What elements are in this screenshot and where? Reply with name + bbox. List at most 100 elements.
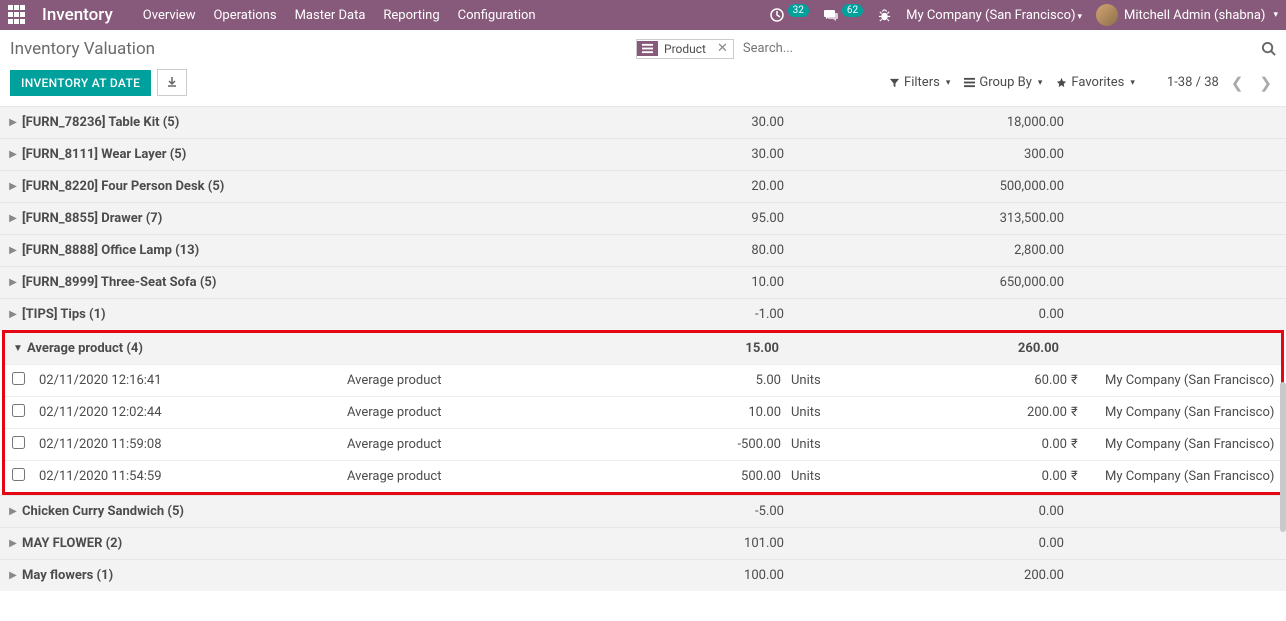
cell-date: 02/11/2020 12:16:41: [27, 373, 347, 388]
cell-qty: -500.00: [687, 437, 787, 452]
avatar: [1096, 4, 1118, 26]
group-row[interactable]: ▶[FURN_8855] Drawer (7)95.00313,500.00: [0, 202, 1286, 234]
group-value: 260.00: [887, 341, 1067, 356]
inventory-at-date-button[interactable]: INVENTORY AT DATE: [10, 70, 151, 96]
group-qty: -1.00: [692, 307, 792, 322]
group-label: [FURN_8111] Wear Layer (5): [22, 147, 342, 162]
caret-right-icon[interactable]: ▶: [4, 149, 22, 160]
caret-down-icon[interactable]: ▼: [9, 343, 27, 354]
caret-right-icon[interactable]: ▶: [4, 538, 22, 549]
table-row[interactable]: 02/11/2020 11:59:08Average product-500.0…: [5, 428, 1281, 460]
group-qty: 100.00: [692, 568, 792, 583]
group-row[interactable]: ▶[FURN_8220] Four Person Desk (5)20.0050…: [0, 170, 1286, 202]
group-value: 0.00: [892, 307, 1072, 322]
cell-date: 02/11/2020 11:59:08: [27, 437, 347, 452]
company-selector[interactable]: My Company (San Francisco)▾: [906, 8, 1082, 23]
caret-right-icon[interactable]: ▶: [4, 181, 22, 192]
cell-unit: Units: [787, 469, 887, 484]
group-row[interactable]: ▶Chicken Curry Sandwich (5)-5.000.00: [0, 495, 1286, 527]
filters-button[interactable]: Filters▾: [889, 75, 950, 90]
pager-next[interactable]: ❯: [1255, 72, 1276, 94]
nav-links: Overview Operations Master Data Reportin…: [143, 8, 536, 23]
group-row[interactable]: ▶[FURN_8999] Three-Seat Sofa (5)10.00650…: [0, 266, 1286, 298]
search-icon[interactable]: [1261, 41, 1276, 57]
group-row[interactable]: ▶[FURN_78236] Table Kit (5)30.0018,000.0…: [0, 106, 1286, 138]
activities-icon[interactable]: 32: [769, 7, 809, 23]
row-checkbox[interactable]: [12, 468, 25, 481]
cell-amount: 0.00: [887, 437, 1067, 452]
cell-currency: ₹: [1067, 469, 1097, 484]
search-facet[interactable]: Product ✕: [636, 39, 734, 59]
cell-qty: 5.00: [687, 373, 787, 388]
caret-right-icon[interactable]: ▶: [4, 117, 22, 128]
debug-icon[interactable]: [877, 7, 892, 22]
search-facet-label: Product: [658, 40, 712, 58]
group-label: Chicken Curry Sandwich (5): [22, 504, 342, 519]
group-row[interactable]: ▶[FURN_8888] Office Lamp (13)80.002,800.…: [0, 234, 1286, 266]
caret-right-icon[interactable]: ▶: [4, 213, 22, 224]
group-value: 300.00: [892, 147, 1072, 162]
nav-link-operations[interactable]: Operations: [213, 8, 276, 23]
group-qty: 30.00: [692, 115, 792, 130]
pager-prev[interactable]: ❮: [1227, 72, 1248, 94]
group-by-label: Group By: [979, 75, 1032, 90]
caret-right-icon[interactable]: ▶: [4, 277, 22, 288]
messages-icon[interactable]: 62: [823, 7, 863, 23]
row-checkbox[interactable]: [12, 436, 25, 449]
row-checkbox[interactable]: [12, 372, 25, 385]
group-row[interactable]: ▶May flowers (1)100.00200.00: [0, 559, 1286, 591]
group-qty: 15.00: [687, 341, 787, 356]
user-menu[interactable]: Mitchell Admin (shabna)▾: [1096, 4, 1278, 26]
cell-product: Average product: [347, 469, 687, 484]
group-label: [FURN_8855] Drawer (7): [22, 211, 342, 226]
nav-link-reporting[interactable]: Reporting: [383, 8, 439, 23]
cell-qty: 10.00: [687, 405, 787, 420]
scrollbar[interactable]: [1280, 382, 1286, 532]
cell-company: My Company (San Francisco): [1097, 469, 1277, 484]
search-area: Product ✕: [636, 38, 1276, 59]
cell-currency: ₹: [1067, 437, 1097, 452]
favorites-button[interactable]: Favorites▾: [1056, 75, 1135, 90]
group-value: 18,000.00: [892, 115, 1072, 130]
nav-link-configuration[interactable]: Configuration: [458, 8, 536, 23]
group-value: 0.00: [892, 504, 1072, 519]
caret-right-icon[interactable]: ▶: [4, 245, 22, 256]
group-value: 500,000.00: [892, 179, 1072, 194]
list-view: ▶[FURN_78236] Table Kit (5)30.0018,000.0…: [0, 106, 1286, 591]
group-label: Average product (4): [27, 341, 347, 356]
list-icon: [637, 41, 658, 56]
table-row[interactable]: 02/11/2020 12:16:41Average product5.00Un…: [5, 364, 1281, 396]
pager-text: 1-38 / 38: [1167, 75, 1219, 90]
page-title: Inventory Valuation: [10, 39, 155, 59]
nav-link-master-data[interactable]: Master Data: [295, 8, 366, 23]
cell-currency: ₹: [1067, 405, 1097, 420]
caret-right-icon[interactable]: ▶: [4, 506, 22, 517]
search-input[interactable]: [740, 38, 1255, 59]
group-row[interactable]: ▶[FURN_8111] Wear Layer (5) 30.00 300.00: [0, 138, 1286, 170]
action-bar: INVENTORY AT DATE Filters▾ Group By▾ Fav…: [0, 63, 1286, 106]
group-label: [FURN_8888] Office Lamp (13): [22, 243, 342, 258]
apps-icon[interactable]: [8, 5, 28, 25]
close-icon[interactable]: ✕: [712, 41, 733, 56]
breadcrumb-bar: Inventory Valuation Product ✕: [0, 30, 1286, 63]
table-row[interactable]: 02/11/2020 11:54:59Average product500.00…: [5, 460, 1281, 492]
group-label: [TIPS] Tips (1): [22, 307, 342, 322]
row-checkbox[interactable]: [12, 404, 25, 417]
app-title[interactable]: Inventory: [42, 5, 113, 25]
nav-link-overview[interactable]: Overview: [143, 8, 196, 23]
download-button[interactable]: [157, 69, 187, 96]
group-qty: 80.00: [692, 243, 792, 258]
user-name: Mitchell Admin (shabna): [1124, 8, 1265, 23]
group-by-button[interactable]: Group By▾: [964, 75, 1042, 90]
cell-date: 02/11/2020 11:54:59: [27, 469, 347, 484]
table-row[interactable]: 02/11/2020 12:02:44Average product10.00U…: [5, 396, 1281, 428]
group-qty: 30.00: [692, 147, 792, 162]
nav-right: 32 62 My Company (San Francisco)▾ Mitche…: [769, 4, 1278, 26]
group-row[interactable]: ▶[TIPS] Tips (1) -1.00 0.00: [0, 298, 1286, 330]
caret-right-icon[interactable]: ▶: [4, 570, 22, 581]
cell-amount: 0.00: [887, 469, 1067, 484]
group-row[interactable]: ▶MAY FLOWER (2)101.000.00: [0, 527, 1286, 559]
cell-unit: Units: [787, 437, 887, 452]
group-row-expanded[interactable]: ▼ Average product (4) 15.00 260.00: [5, 333, 1281, 364]
caret-right-icon[interactable]: ▶: [4, 309, 22, 320]
